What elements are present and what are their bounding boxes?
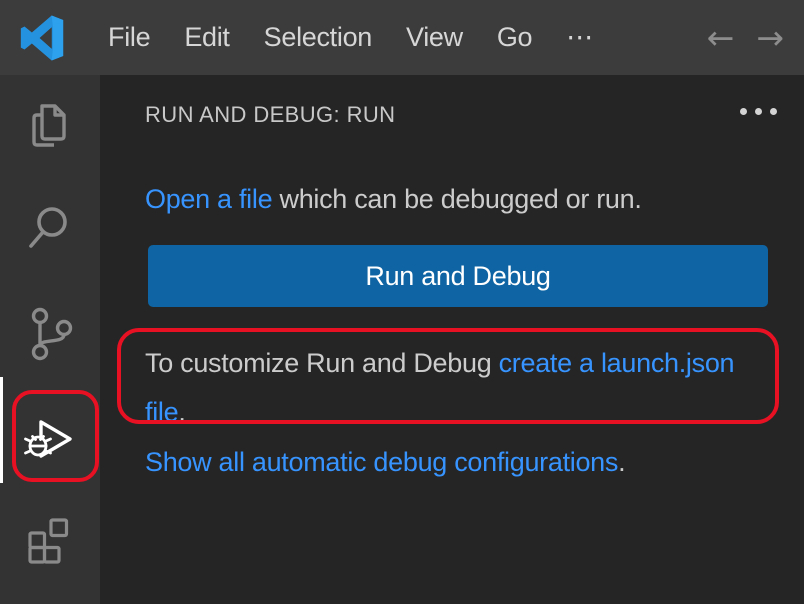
active-view-indicator: [0, 377, 3, 483]
customize-suffix: .: [178, 397, 185, 427]
activity-bar: [0, 75, 100, 604]
menu-edit[interactable]: Edit: [167, 0, 246, 75]
menu-view[interactable]: View: [389, 0, 480, 75]
history-navigation: ← →: [703, 0, 788, 75]
vscode-logo-icon: [19, 15, 65, 61]
menu-file[interactable]: File: [91, 0, 167, 75]
files-icon[interactable]: [24, 101, 74, 151]
dot: [770, 108, 777, 115]
views-and-more-actions-icon[interactable]: [740, 108, 777, 115]
open-file-text: which can be debugged or run.: [272, 184, 641, 214]
go-back-icon[interactable]: ←: [703, 0, 739, 75]
customize-message: To customize Run and Debug create a laun…: [145, 339, 774, 437]
panel-title: RUN AND DEBUG: RUN: [145, 102, 395, 128]
show-configurations-message: Show all automatic debug configurations.: [145, 447, 774, 478]
menu-selection[interactable]: Selection: [247, 0, 389, 75]
run-and-debug-button[interactable]: Run and Debug: [148, 245, 768, 307]
menu-more-icon[interactable]: ⋯: [549, 22, 611, 53]
source-control-icon[interactable]: [28, 306, 74, 362]
go-forward-icon[interactable]: →: [752, 0, 788, 75]
customize-text: To customize Run and Debug: [145, 348, 499, 378]
debug-icon[interactable]: [24, 412, 76, 464]
show-configs-suffix: .: [618, 447, 625, 477]
open-a-file-link[interactable]: Open a file: [145, 184, 272, 214]
title-bar: File Edit Selection View Go ⋯ ← →: [0, 0, 804, 75]
dot: [740, 108, 747, 115]
link-line1: create a launch.json: [499, 348, 735, 378]
link-line2: file: [145, 397, 178, 427]
run-and-debug-panel: RUN AND DEBUG: RUN Open a file which can…: [100, 75, 804, 604]
workbench: RUN AND DEBUG: RUN Open a file which can…: [0, 75, 804, 604]
extensions-icon[interactable]: [24, 515, 74, 565]
show-debug-configurations-link[interactable]: Show all automatic debug configurations: [145, 447, 618, 477]
dot: [755, 108, 762, 115]
open-file-message: Open a file which can be debugged or run…: [145, 184, 774, 215]
menu-go[interactable]: Go: [480, 0, 549, 75]
search-icon[interactable]: [24, 202, 74, 252]
menu-bar: File Edit Selection View Go ⋯: [91, 0, 611, 75]
